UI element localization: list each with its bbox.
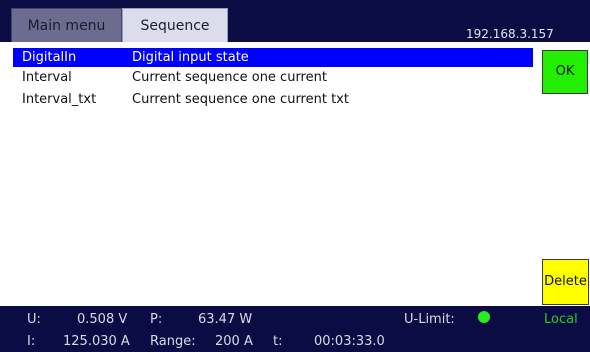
range-value: 200 A bbox=[215, 334, 253, 349]
status-bar: U: 0.508 V P: 63.47 W U-Limit: Local I: … bbox=[0, 306, 590, 352]
variable-name: Interval bbox=[22, 70, 72, 85]
delete-button[interactable]: Delete bbox=[542, 259, 589, 305]
power-value: 63.47 W bbox=[198, 312, 253, 327]
ip-address: 192.168.3.157 bbox=[466, 27, 554, 41]
u-limit-label: U-Limit: bbox=[404, 312, 455, 327]
range-label: Range: bbox=[150, 334, 196, 349]
u-limit-indicator-icon bbox=[478, 311, 490, 323]
variable-name: DigitalIn bbox=[22, 50, 77, 65]
variable-description: Digital input state bbox=[132, 50, 249, 65]
variable-description: Current sequence one current txt bbox=[132, 92, 349, 107]
control-mode-label: Local bbox=[544, 312, 578, 327]
tab-main-menu[interactable]: Main menu bbox=[11, 8, 122, 42]
current-label: I: bbox=[27, 334, 36, 349]
variable-description: Current sequence one current bbox=[132, 70, 327, 85]
variable-name: Interval_txt bbox=[22, 92, 97, 107]
tab-sequence[interactable]: Sequence bbox=[122, 8, 228, 42]
time-label: t: bbox=[273, 334, 283, 349]
list-item[interactable]: DigitalIn Digital input state bbox=[13, 48, 533, 67]
top-bar: Main menu Sequence 192.168.3.157 bbox=[0, 0, 590, 42]
time-value: 00:03:33.0 bbox=[314, 334, 385, 349]
voltage-label: U: bbox=[27, 312, 41, 327]
variable-list: DigitalIn Digital input state Interval C… bbox=[13, 42, 537, 304]
list-item[interactable]: Interval Current sequence one current bbox=[13, 68, 533, 87]
list-item[interactable]: Interval_txt Current sequence one curren… bbox=[13, 90, 533, 109]
voltage-value: 0.508 V bbox=[77, 312, 128, 327]
ok-button[interactable]: OK bbox=[542, 50, 588, 94]
power-label: P: bbox=[150, 312, 163, 327]
current-value: 125.030 A bbox=[63, 334, 130, 349]
